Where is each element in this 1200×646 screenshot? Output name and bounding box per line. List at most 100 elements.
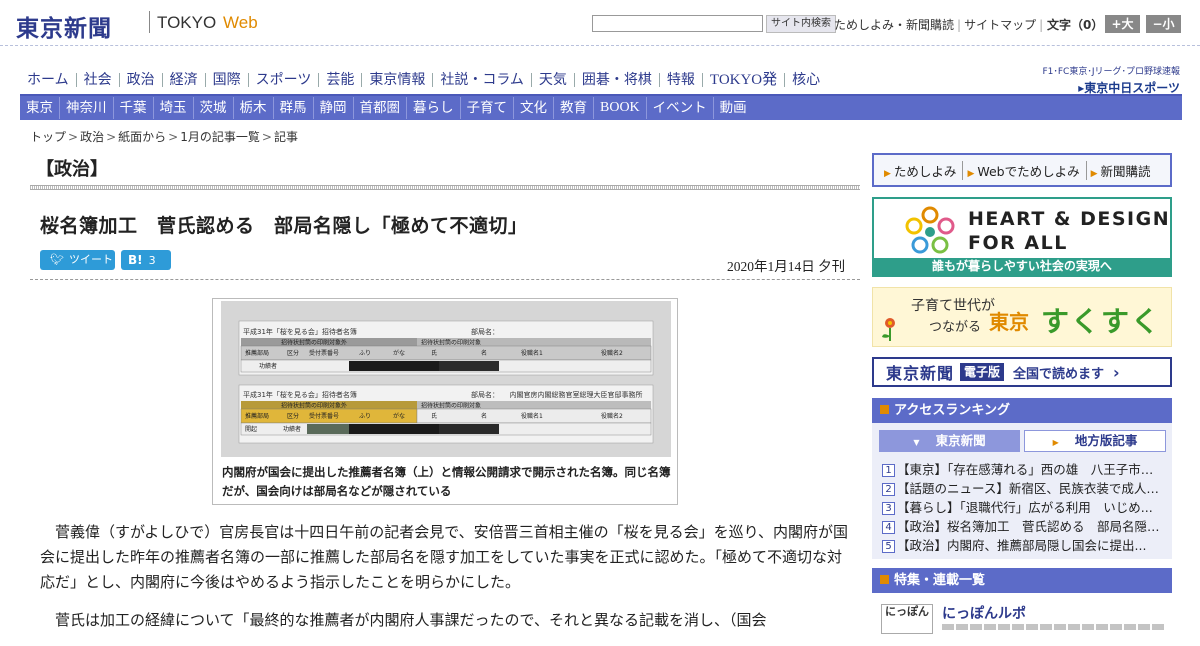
nav-item-world[interactable]: 国際 [204,73,248,87]
util-link-sitemap[interactable]: サイトマップ [964,18,1036,32]
hatena-bookmark-button[interactable]: B! 3 [121,250,171,270]
twitter-bird-icon: 🐦︎ [50,253,64,266]
ranking-item[interactable]: 1【東京】「存在感薄れる」西の雄 八王子市、多摩地域の... [882,460,1164,479]
ranking-item[interactable]: 3 【暮らし】「退職代行」広がる利用 いじめ... [882,498,1164,517]
doc2-col-8: 役職名2 [601,412,623,420]
rank-title: 【東京】「存在感薄れる」西の雄 八王子市、多摩地域の... [897,462,1164,477]
heart-design-banner[interactable]: HEART & DESIGN FOR ALL 誰もが暮らしやすい社会の実現へ [872,197,1172,277]
triangle-down-icon: ▼ [913,438,920,447]
photo-document-image: 平成31年「桜を見る会」招待者名簿 部局名： 招待状封筒の印刷対象外 招待状封筒… [221,301,671,457]
nippon-rupo-link[interactable]: にっぽんルポ [942,603,1026,623]
rank-title: 【話題のニュース】新宿区、民族衣装で成人式... [897,481,1164,496]
breadcrumb-print[interactable]: 紙面から [118,130,166,144]
link-trial[interactable]: ▶ ためしよみ [880,161,962,180]
link-subscribe[interactable]: ▶ 新聞購読 [1085,160,1157,180]
heart-design-title: HEART & DESIGN [968,208,1171,230]
region-item-tochigi[interactable]: 栃木 [232,97,273,119]
breadcrumb-month-list[interactable]: 1月の記事一覧 [180,130,260,144]
region-item-chiba[interactable]: 千葉 [112,97,153,119]
region-item-kurashi[interactable]: 暮らし [406,97,460,119]
nav-item-tokuho[interactable]: 特報 [658,73,702,87]
doc1-col-0: 推薦部局 [245,349,269,357]
nav-item-entertainment[interactable]: 芸能 [318,73,361,87]
link-web-trial[interactable]: ▶ Webでためしよみ [962,160,1085,180]
features-header: 特集・連載一覧 [872,568,1172,593]
region-item-kanagawa[interactable]: 神奈川 [59,97,113,119]
doc1-row-1: 功績者 [259,362,277,370]
nav-item-weather[interactable]: 天気 [530,73,574,87]
nav-item-tokyo-hatsu[interactable]: TOKYO発 [701,73,784,88]
site-header: 東京新聞 TOKYO Web サイト内検索 ためしよみ・新聞購読 | サイトマップ |… [0,0,1200,46]
nav-item-kakushin[interactable]: 核心 [784,73,827,87]
tokyo-sukusuku-banner[interactable]: 子育て世代が つながる 東京 すくすく [872,287,1172,347]
region-item-ibaraki[interactable]: 茨城 [192,97,233,119]
region-item-saitama[interactable]: 埼玉 [152,97,193,119]
rank-title: 【政治】桜名簿加工 菅氏認める 部局名隠し... [897,519,1164,534]
doc2-col-3: ふり [359,413,371,420]
logo-web-text: Web [223,13,258,32]
breadcrumb-top[interactable]: トップ [30,130,66,144]
region-item-gunma[interactable]: 群馬 [272,97,313,119]
search-input[interactable] [592,15,763,32]
breadcrumb-politics[interactable]: 政治 [80,130,104,144]
nav-item-society[interactable]: 社会 [75,73,119,87]
digital-edition-tag: 電子版 [960,363,1005,381]
region-item-event[interactable]: イベント [645,97,713,119]
nav-item-politics[interactable]: 政治 [118,73,162,87]
tweet-label: ツイート [68,253,113,266]
publish-date: 2020年1月14日 夕刊 [727,259,846,274]
article-paragraph: 菅氏は加工の経緯について「最終的な推薦者が内閣府人事課だったので、それと異なる記… [55,611,767,629]
util-link-trial-subscribe[interactable]: ためしよみ・新聞購読 [834,18,954,32]
chunichi-sports-link[interactable]: F1･FC東京･Jリーグ･プロ野球速報 ▸東京中日スポーツ [1030,64,1180,96]
rank-title: 【暮らし】「退職代行」広がる利用 いじめ... [897,500,1153,515]
region-item-tokyo[interactable]: 東京 [20,97,59,119]
digital-edition-banner[interactable]: 東京新聞 電子版 全国で読めます › [872,357,1172,387]
font-size-decrease-button[interactable]: −小 [1146,15,1181,33]
article-headline: 桜名簿加工 菅氏認める 部局名隠し「極めて不適切」 [40,215,528,237]
doc2-col-7: 役職名1 [521,412,543,420]
search-button[interactable]: サイト内検索 [766,15,836,33]
nav-item-go-shogi[interactable]: 囲碁・将棋 [573,73,659,87]
font-size-increase-button[interactable]: +大 [1105,15,1140,33]
tweet-button[interactable]: 🐦︎ ツイート [40,250,115,270]
doc2-bureau: 部局名： 内閣官房内閣総務官室総理大臣官邸事務所 [471,390,643,399]
heart-design-subtitle: FOR ALL [968,232,1068,254]
section-title: 【政治】 [36,159,108,180]
region-item-shizuoka[interactable]: 静岡 [312,97,353,119]
nav-item-home[interactable]: ホーム [20,73,76,87]
ranking-tab-tokyo[interactable]: ▼ 東京新聞 [879,430,1020,452]
region-item-video[interactable]: 動画 [712,97,753,119]
article-paragraph: 菅義偉（すがよしひで）官房長官は十四日午前の記者会見で、安倍晋三首相主催の「桜を… [40,523,849,591]
article-photo[interactable]: 平成31年「桜を見る会」招待者名簿 部局名： 招待状封筒の印刷対象外 招待状封筒… [221,301,671,457]
doc2-col-5: 氏 [431,412,437,420]
nav-item-economy[interactable]: 経済 [161,73,205,87]
photo-caption: 内閣府が国会に提出した推薦者名簿（上）と情報公開請求で開示された名簿。同じ名簿だ… [222,465,671,498]
doc1-col-3: ふり [359,350,371,357]
ranking-item[interactable]: 5 【政治】内閣府、推薦部局隠し国会に提出... [882,536,1164,555]
doc2-col-2: 受付票番号 [309,412,339,420]
square-bullet-icon [880,405,889,414]
region-item-kosodate[interactable]: 子育て [459,97,514,119]
nav-item-tokyo-info[interactable]: 東京情報 [361,73,432,87]
region-item-shutoken[interactable]: 首都圏 [352,97,407,119]
ranking-item[interactable]: 2 【話題のニュース】新宿区、民族衣装で成人式... [882,479,1164,498]
site-logo[interactable]: 東京新聞 [16,9,112,43]
region-nav: 東京 神奈川 千葉 埼玉 茨城 栃木 群馬 静岡 首都圏 暮らし 子育て 文化 … [20,96,1182,120]
ranking-tab-local[interactable]: ▶ 地方版記事 [1024,430,1166,452]
region-item-kyoiku[interactable]: 教育 [553,97,593,119]
region-item-bunka[interactable]: 文化 [513,97,553,119]
breadcrumb-separator: > [261,130,272,144]
nav-item-sports[interactable]: スポーツ [247,73,319,87]
ranking-item[interactable]: 4 【政治】桜名簿加工 菅氏認める 部局名隠し... [882,517,1164,536]
doc1-bureau: 部局名： [471,327,499,336]
nav-item-editorial[interactable]: 社説・コラム [432,73,531,87]
doc1-col-8: 役職名2 [601,349,623,357]
rank-number: 3 [882,502,895,515]
doc2-col-6: 名 [481,412,487,420]
doc1-col-1: 区分 [287,349,299,357]
rank-number: 2 [882,483,895,496]
region-item-book[interactable]: BOOK [593,97,646,119]
arrow-right-icon: ▶ [1090,168,1098,179]
doc1-col-4: がな [393,349,405,357]
heart-design-tagline: 誰もが暮らしやすい社会の実現へ [874,258,1170,275]
